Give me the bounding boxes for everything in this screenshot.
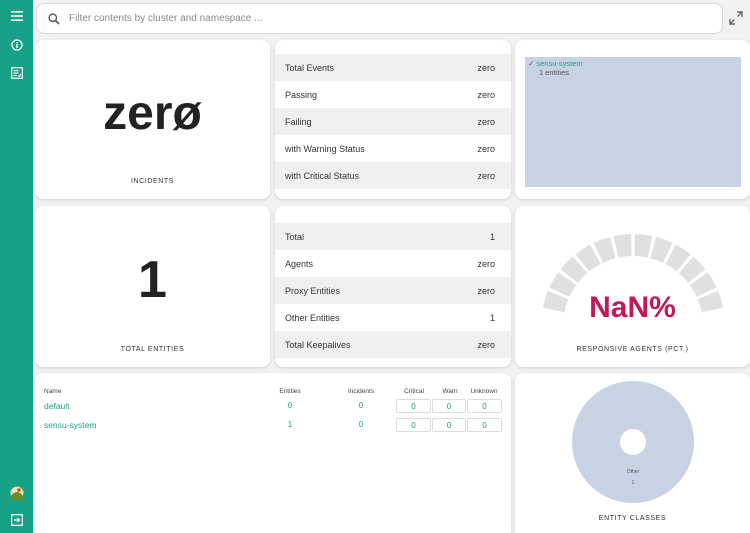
namespace-unknown-count[interactable]: 0 bbox=[467, 399, 502, 413]
events-row: Failing zero bbox=[275, 108, 511, 135]
sidebar bbox=[0, 0, 33, 533]
entities-row-value: zero bbox=[477, 339, 495, 350]
fullscreen-icon[interactable] bbox=[728, 10, 744, 26]
entity-classes-card: Other 1 ENTITY CLASSES bbox=[515, 373, 750, 533]
entities-row: Agents zero bbox=[275, 250, 511, 277]
entities-breakdown-card: Total 1 Agents zero Proxy Entities zero Other … bbox=[275, 206, 511, 367]
entities-row-label: Proxy Entities bbox=[285, 285, 341, 296]
menu-icon[interactable] bbox=[0, 6, 33, 26]
namespace-incidents-link[interactable]: 0 bbox=[341, 420, 381, 429]
events-row-value: zero bbox=[477, 170, 495, 181]
logout-icon[interactable] bbox=[0, 510, 33, 530]
checklist-icon[interactable] bbox=[0, 63, 33, 83]
events-row: Passing zero bbox=[275, 81, 511, 108]
events-row-label: with Critical Status bbox=[285, 170, 360, 181]
entities-row-label: Other Entities bbox=[285, 312, 340, 323]
total-entities-value: 1 bbox=[138, 251, 167, 309]
namespace-entities-link[interactable]: 0 bbox=[270, 401, 310, 410]
namespace-block[interactable]: ✓ sensu-system 1 entities bbox=[525, 57, 741, 187]
entities-row-label: Total Keepalives bbox=[285, 339, 351, 350]
responsive-agents-card: NaN% RESPONSIVE AGENTS (PCT.) bbox=[515, 206, 750, 367]
namespace-block-count: 1 entities bbox=[539, 68, 570, 77]
entities-row-value: 1 bbox=[489, 312, 495, 323]
events-row: with Warning Status zero bbox=[275, 135, 511, 162]
entities-row-label: Agents bbox=[285, 258, 314, 269]
incidents-card[interactable]: zerø INCIDENTS bbox=[35, 40, 270, 199]
responsive-value: NaN% bbox=[589, 291, 676, 324]
entities-row: Total Keepalives zero bbox=[275, 331, 511, 358]
donut-hole bbox=[620, 429, 646, 455]
namespace-critical-count[interactable]: 0 bbox=[396, 399, 431, 413]
events-list: Total Events zero Passing zero Failing zero wi… bbox=[275, 54, 511, 189]
namespace-map-card: ✓ sensu-system 1 entities bbox=[515, 40, 750, 199]
column-header: Incidents bbox=[347, 388, 375, 395]
incidents-caption: INCIDENTS bbox=[130, 178, 175, 185]
gauge-segment bbox=[613, 234, 632, 258]
namespace-critical-count[interactable]: 0 bbox=[396, 418, 431, 432]
avatar[interactable] bbox=[0, 483, 33, 503]
events-row-value: zero bbox=[477, 143, 495, 154]
events-row-label: Failing bbox=[285, 116, 312, 127]
search-icon bbox=[48, 12, 60, 25]
entities-row: Proxy Entities zero bbox=[275, 277, 511, 304]
entities-row-value: zero bbox=[477, 258, 495, 269]
namespaces-card bbox=[35, 373, 511, 533]
events-row-label: Passing bbox=[285, 89, 318, 100]
namespace-link[interactable]: default bbox=[44, 401, 70, 411]
column-header: Unknown bbox=[470, 388, 498, 395]
gauge-segment bbox=[634, 234, 653, 258]
events-row-value: zero bbox=[477, 116, 495, 127]
entities-row-label: Total bbox=[285, 231, 305, 242]
entities-row-value: 1 bbox=[489, 231, 495, 242]
responsive-caption: RESPONSIVE AGENTS (PCT.) bbox=[576, 346, 689, 353]
incidents-value: zerø bbox=[103, 87, 202, 140]
entity-classes-caption: ENTITY CLASSES bbox=[598, 515, 667, 522]
entities-list: Total 1 Agents zero Proxy Entities zero Other … bbox=[275, 223, 511, 358]
namespace-entities-link[interactable]: 1 bbox=[270, 420, 310, 429]
namespace-unknown-count[interactable]: 0 bbox=[467, 418, 502, 432]
namespace-incidents-link[interactable]: 0 bbox=[341, 401, 381, 410]
events-row-value: zero bbox=[477, 62, 495, 73]
column-header: Name bbox=[44, 388, 62, 395]
entities-row: Other Entities 1 bbox=[275, 304, 511, 331]
namespace-block-name: sensu-system bbox=[536, 59, 583, 68]
column-header: Entities bbox=[279, 388, 301, 395]
total-entities-caption: TOTAL ENTITIES bbox=[120, 346, 185, 353]
entities-row-value: zero bbox=[477, 285, 495, 296]
namespace-link[interactable]: sensu-system bbox=[44, 420, 96, 430]
namespace-warn-count[interactable]: 0 bbox=[432, 399, 466, 413]
search-bar bbox=[36, 3, 723, 34]
namespace-warn-count[interactable]: 0 bbox=[432, 418, 466, 432]
search-input[interactable] bbox=[69, 13, 669, 24]
events-row-value: zero bbox=[477, 89, 495, 100]
events-row: Total Events zero bbox=[275, 54, 511, 81]
donut-slice-label: Other bbox=[626, 469, 640, 475]
events-card: Total Events zero Passing zero Failing zero wi… bbox=[275, 40, 511, 199]
info-icon[interactable] bbox=[0, 35, 33, 55]
events-row: with Critical Status zero bbox=[275, 162, 511, 189]
check-icon: ✓ bbox=[528, 59, 535, 68]
donut-slice-value: 1 bbox=[631, 480, 635, 486]
events-row-label: with Warning Status bbox=[285, 143, 365, 154]
entities-row: Total 1 bbox=[275, 223, 511, 250]
events-row-label: Total Events bbox=[285, 62, 335, 73]
total-entities-card[interactable]: 1 TOTAL ENTITIES bbox=[35, 206, 270, 367]
